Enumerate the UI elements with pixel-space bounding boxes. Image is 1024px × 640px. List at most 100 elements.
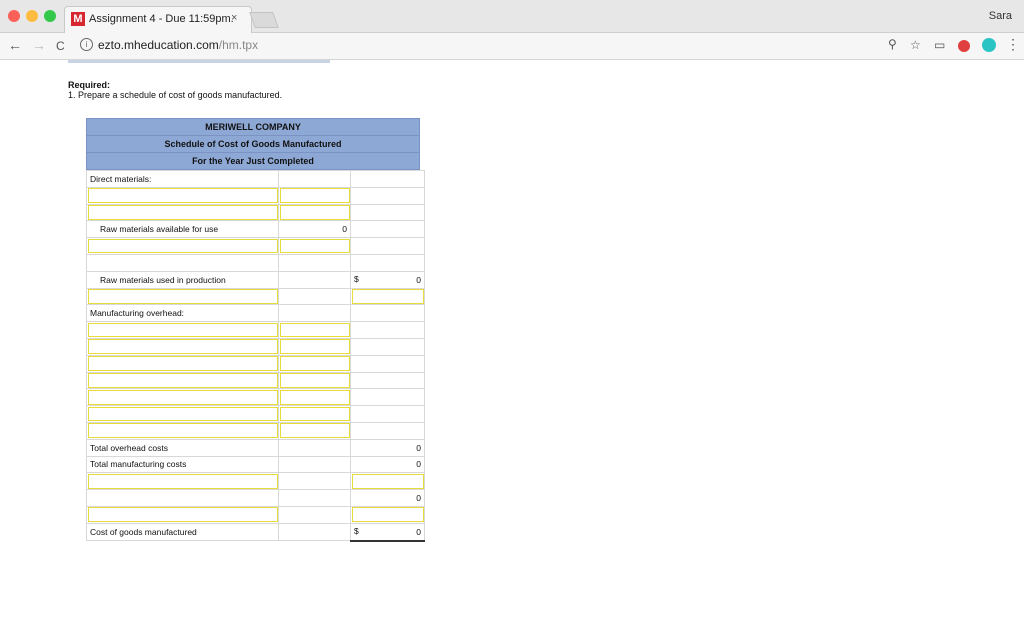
url-path: /hm.tpx xyxy=(218,38,259,52)
cell xyxy=(278,253,351,272)
cell xyxy=(350,186,425,205)
url-text[interactable]: ezto.mheducation.com/hm.tpx xyxy=(98,38,258,52)
total-overhead-label: Total overhead costs xyxy=(86,438,279,457)
browser-menu-icon[interactable]: ⋮ xyxy=(1006,36,1020,53)
table-row xyxy=(86,421,425,440)
address-bar[interactable]: i ezto.mheducation.com/hm.tpx ⚲ xyxy=(76,35,906,55)
zoom-icon[interactable]: ⚲ xyxy=(888,37,897,51)
table-row: Raw materials used in production $0 xyxy=(86,270,425,289)
line-amount-input[interactable] xyxy=(350,472,425,491)
extension-teal-icon[interactable] xyxy=(982,38,996,52)
raw-used-value-cell: $0 xyxy=(350,270,425,289)
line-description-input[interactable] xyxy=(86,472,279,491)
cast-icon[interactable]: ▭ xyxy=(934,38,945,52)
cell xyxy=(350,253,425,272)
required-item: 1. Prepare a schedule of cost of goods m… xyxy=(68,90,283,100)
line-amount-input[interactable] xyxy=(350,287,425,306)
line-description-input[interactable] xyxy=(86,505,279,524)
overhead-amount-input[interactable] xyxy=(278,337,351,356)
tab-close-icon[interactable]: × xyxy=(231,12,237,24)
overhead-description-input[interactable] xyxy=(86,421,279,440)
overhead-description-input[interactable] xyxy=(86,388,279,407)
cell xyxy=(350,203,425,222)
bookmark-star-icon[interactable]: ☆ xyxy=(910,38,921,52)
cell xyxy=(350,321,425,339)
dm-amount-input[interactable] xyxy=(278,186,351,205)
overhead-description-input[interactable] xyxy=(86,354,279,373)
close-window-icon[interactable] xyxy=(8,10,20,22)
cell xyxy=(350,304,425,323)
overhead-amount-input[interactable] xyxy=(278,321,351,339)
dollar-sign: $ xyxy=(354,525,359,536)
cell xyxy=(278,170,351,188)
info-icon[interactable]: i xyxy=(80,38,93,51)
cell xyxy=(86,253,279,272)
dm-description-input[interactable] xyxy=(86,186,279,205)
overhead-amount-input[interactable] xyxy=(278,354,351,373)
cell xyxy=(350,371,425,390)
minimize-window-icon[interactable] xyxy=(26,10,38,22)
new-tab-button[interactable] xyxy=(249,12,279,28)
total-overhead-value: 0 xyxy=(350,438,425,457)
overhead-amount-input[interactable] xyxy=(278,405,351,423)
dm-description-input[interactable] xyxy=(86,237,279,255)
raw-available-value: 0 xyxy=(278,220,351,239)
cell xyxy=(278,505,351,524)
cell xyxy=(350,421,425,440)
table-row: 0 xyxy=(86,489,425,507)
mfg-overhead-label: Manufacturing overhead: xyxy=(86,304,279,323)
cell xyxy=(278,270,351,289)
total-mfg-label: Total manufacturing costs xyxy=(86,455,279,474)
dm-description-input[interactable] xyxy=(86,203,279,222)
overhead-amount-input[interactable] xyxy=(278,421,351,440)
browser-toolbar: ← → C i ezto.mheducation.com/hm.tpx ⚲ ☆ … xyxy=(0,33,1024,60)
table-row xyxy=(86,472,425,491)
company-name: MERIWELL COMPANY xyxy=(86,118,420,135)
cell xyxy=(278,304,351,323)
loading-bar xyxy=(68,60,330,63)
overhead-description-input[interactable] xyxy=(86,371,279,390)
mcgraw-hill-logo-icon: M xyxy=(71,12,85,26)
table-row xyxy=(86,337,425,356)
back-icon[interactable]: ← xyxy=(8,37,22,53)
cell xyxy=(278,455,351,474)
cogm-value: 0 xyxy=(416,526,421,537)
table-row xyxy=(86,203,425,222)
cogm-schedule: MERIWELL COMPANY Schedule of Cost of Goo… xyxy=(86,118,425,542)
schedule-table: Direct materials: Raw materials availabl… xyxy=(86,170,425,542)
subtotal-value: 0 xyxy=(350,489,425,507)
table-row xyxy=(86,287,425,306)
cell xyxy=(278,287,351,306)
overhead-amount-input[interactable] xyxy=(278,371,351,390)
dm-amount-input[interactable] xyxy=(278,203,351,222)
table-row: Direct materials: xyxy=(86,170,425,188)
cell xyxy=(350,405,425,423)
extension-red-icon[interactable] xyxy=(958,40,970,52)
direct-materials-label: Direct materials: xyxy=(86,170,279,188)
overhead-amount-input[interactable] xyxy=(278,388,351,407)
overhead-description-input[interactable] xyxy=(86,321,279,339)
required-section: Required: 1. Prepare a schedule of cost … xyxy=(68,80,282,100)
table-row xyxy=(86,237,425,255)
cell xyxy=(278,522,351,542)
table-row: Manufacturing overhead: xyxy=(86,304,425,323)
table-row: Total overhead costs 0 xyxy=(86,438,425,457)
table-row xyxy=(86,405,425,423)
cell xyxy=(278,489,351,507)
profile-name[interactable]: Sara xyxy=(989,10,1012,22)
cogm-label: Cost of goods manufactured xyxy=(86,522,279,542)
raw-used-label: Raw materials used in production xyxy=(86,270,279,289)
line-description-input[interactable] xyxy=(86,287,279,306)
tab-title: Assignment 4 - Due 11:59pm. xyxy=(89,13,234,25)
reload-icon[interactable]: C xyxy=(56,39,65,53)
browser-tab[interactable]: M Assignment 4 - Due 11:59pm. × xyxy=(64,6,252,33)
overhead-description-input[interactable] xyxy=(86,337,279,356)
required-heading: Required: xyxy=(68,80,111,90)
dm-amount-input[interactable] xyxy=(278,237,351,255)
line-amount-input[interactable] xyxy=(350,505,425,524)
cell xyxy=(350,337,425,356)
maximize-window-icon[interactable] xyxy=(44,10,56,22)
table-row xyxy=(86,354,425,373)
forward-icon[interactable]: → xyxy=(32,37,46,53)
overhead-description-input[interactable] xyxy=(86,405,279,423)
